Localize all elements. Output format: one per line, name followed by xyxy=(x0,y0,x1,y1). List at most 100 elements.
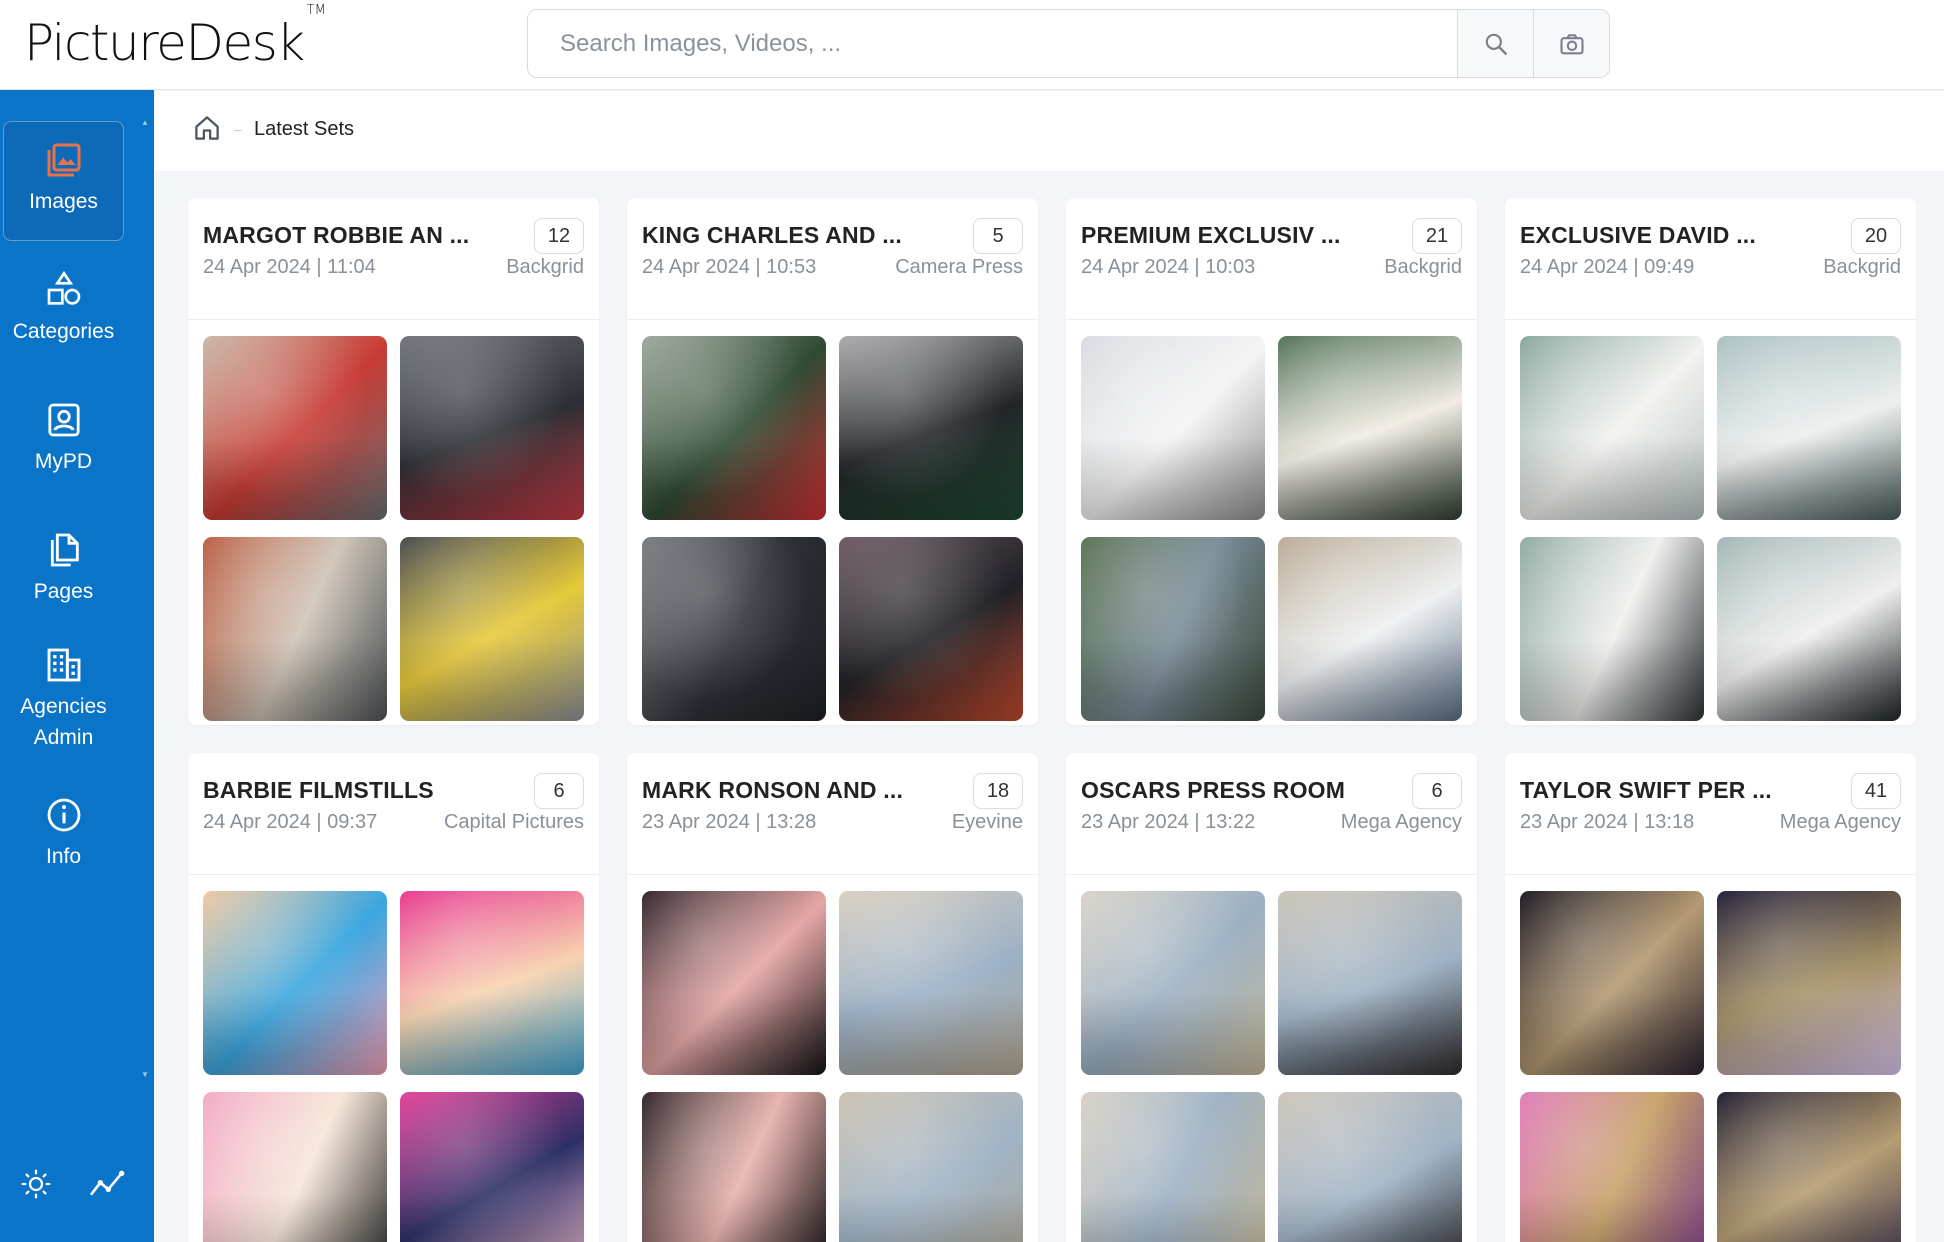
set-agency[interactable]: Camera Press xyxy=(895,256,1023,279)
set-thumbnail[interactable] xyxy=(642,891,826,1075)
sidebar-scroll-down[interactable]: ▼ xyxy=(140,1070,150,1079)
sidebar: ▲ Images Categories MyPD Pages Agencies … xyxy=(0,90,154,1242)
set-card-header: TAYLOR SWIFT PER ... 41 23 Apr 2024 | 13… xyxy=(1505,753,1916,875)
set-thumbnail[interactable] xyxy=(1717,891,1901,1075)
breadcrumb-separator: – xyxy=(234,121,242,137)
set-thumbnail[interactable] xyxy=(1278,1092,1462,1242)
set-card[interactable]: PREMIUM EXCLUSIV ... 21 24 Apr 2024 | 10… xyxy=(1066,198,1477,725)
sidebar-item-label: MyPD xyxy=(34,450,93,473)
set-thumbnail[interactable] xyxy=(1278,537,1462,721)
sidebar-item-label: Agencies Admin xyxy=(20,695,107,749)
set-count-badge: 6 xyxy=(534,773,584,809)
sidebar-item-images[interactable]: Images xyxy=(3,121,124,241)
set-date: 24 Apr 2024 | 10:03 xyxy=(1081,256,1256,278)
set-card[interactable]: TAYLOR SWIFT PER ... 41 23 Apr 2024 | 13… xyxy=(1505,753,1916,1242)
set-thumbnail[interactable] xyxy=(1520,336,1704,520)
set-thumbnail[interactable] xyxy=(203,537,387,721)
set-thumbnail[interactable] xyxy=(400,891,584,1075)
set-thumbnail[interactable] xyxy=(203,336,387,520)
sidebar-scroll-up[interactable]: ▲ xyxy=(140,118,150,127)
set-thumbnail[interactable] xyxy=(1081,336,1265,520)
set-card[interactable]: EXCLUSIVE DAVID ... 20 24 Apr 2024 | 09:… xyxy=(1505,198,1916,725)
set-thumbnail[interactable] xyxy=(642,1092,826,1242)
set-thumbnails xyxy=(642,336,1023,721)
set-agency[interactable]: Eyevine xyxy=(952,811,1023,834)
set-title[interactable]: BARBIE FILMSTILLS xyxy=(203,777,434,804)
set-card-header: MARK RONSON AND ... 18 23 Apr 2024 | 13:… xyxy=(627,753,1038,875)
set-agency[interactable]: Mega Agency xyxy=(1780,811,1901,834)
sets-grid: MARGOT ROBBIE AN ... 12 24 Apr 2024 | 11… xyxy=(188,198,1916,1242)
set-agency[interactable]: Capital Pictures xyxy=(444,811,584,834)
picturedesk-logo[interactable]: PictureDeskTM xyxy=(24,3,326,72)
set-card-header: BARBIE FILMSTILLS 6 24 Apr 2024 | 09:37 … xyxy=(188,753,599,875)
search-icon xyxy=(1485,33,1507,55)
set-thumbnail[interactable] xyxy=(400,537,584,721)
set-title[interactable]: PREMIUM EXCLUSIV ... xyxy=(1081,222,1341,249)
set-thumbnail[interactable] xyxy=(400,336,584,520)
set-thumbnail[interactable] xyxy=(1081,1092,1265,1242)
set-card-header: PREMIUM EXCLUSIV ... 21 24 Apr 2024 | 10… xyxy=(1066,198,1477,320)
set-date: 24 Apr 2024 | 09:37 xyxy=(203,811,378,833)
set-agency[interactable]: Backgrid xyxy=(1384,256,1462,279)
set-thumbnail[interactable] xyxy=(1717,537,1901,721)
set-card[interactable]: BARBIE FILMSTILLS 6 24 Apr 2024 | 09:37 … xyxy=(188,753,599,1242)
set-card[interactable]: MARK RONSON AND ... 18 23 Apr 2024 | 13:… xyxy=(627,753,1038,1242)
camera-search-button[interactable] xyxy=(1533,10,1609,77)
analytics-icon[interactable] xyxy=(88,1168,126,1200)
set-card[interactable]: KING CHARLES AND ... 5 24 Apr 2024 | 10:… xyxy=(627,198,1038,725)
set-thumbnail[interactable] xyxy=(1278,336,1462,520)
sidebar-item-categories[interactable]: Categories xyxy=(3,270,124,370)
set-agency[interactable]: Backgrid xyxy=(1823,256,1901,279)
set-card-header: EXCLUSIVE DAVID ... 20 24 Apr 2024 | 09:… xyxy=(1505,198,1916,320)
set-thumbnail[interactable] xyxy=(839,537,1023,721)
set-count-badge: 18 xyxy=(973,773,1023,809)
set-date: 24 Apr 2024 | 10:53 xyxy=(642,256,817,278)
set-count-badge: 21 xyxy=(1412,218,1462,254)
set-title[interactable]: MARK RONSON AND ... xyxy=(642,777,903,804)
sidebar-item-info[interactable]: Info xyxy=(3,795,124,895)
set-thumbnail[interactable] xyxy=(203,891,387,1075)
set-thumbnail[interactable] xyxy=(839,1092,1023,1242)
set-thumbnail[interactable] xyxy=(1520,537,1704,721)
set-thumbnail[interactable] xyxy=(1520,1092,1704,1242)
sidebar-item-agencies-admin[interactable]: Agencies Admin xyxy=(3,645,124,775)
set-title[interactable]: EXCLUSIVE DAVID ... xyxy=(1520,222,1756,249)
set-title[interactable]: OSCARS PRESS ROOM xyxy=(1081,777,1345,804)
set-thumbnails xyxy=(1081,891,1462,1242)
images-icon xyxy=(47,143,80,177)
sidebar-item-mypd[interactable]: MyPD xyxy=(3,400,124,500)
set-card[interactable]: MARGOT ROBBIE AN ... 12 24 Apr 2024 | 11… xyxy=(188,198,599,725)
set-thumbnail[interactable] xyxy=(1278,891,1462,1075)
set-date: 23 Apr 2024 | 13:18 xyxy=(1520,811,1695,833)
set-thumbnail[interactable] xyxy=(203,1092,387,1242)
set-thumbnails xyxy=(642,891,1023,1242)
set-card[interactable]: OSCARS PRESS ROOM 6 23 Apr 2024 | 13:22 … xyxy=(1066,753,1477,1242)
set-date: 24 Apr 2024 | 11:04 xyxy=(203,256,376,278)
search-button[interactable] xyxy=(1457,10,1533,77)
set-thumbnail[interactable] xyxy=(839,336,1023,520)
search-input[interactable] xyxy=(528,10,1457,77)
set-title[interactable]: MARGOT ROBBIE AN ... xyxy=(203,222,469,249)
set-thumbnail[interactable] xyxy=(1520,891,1704,1075)
set-count-badge: 41 xyxy=(1851,773,1901,809)
set-agency[interactable]: Mega Agency xyxy=(1341,811,1462,834)
set-agency[interactable]: Backgrid xyxy=(506,256,584,279)
home-icon[interactable] xyxy=(192,113,222,143)
sidebar-item-pages[interactable]: Pages xyxy=(3,530,124,630)
set-thumbnail[interactable] xyxy=(642,537,826,721)
set-card-header: KING CHARLES AND ... 5 24 Apr 2024 | 10:… xyxy=(627,198,1038,320)
set-thumbnail[interactable] xyxy=(400,1092,584,1242)
set-thumbnail[interactable] xyxy=(1717,1092,1901,1242)
sun-icon[interactable] xyxy=(20,1168,52,1200)
set-title[interactable]: KING CHARLES AND ... xyxy=(642,222,902,249)
set-thumbnail[interactable] xyxy=(642,336,826,520)
set-thumbnail[interactable] xyxy=(1717,336,1901,520)
set-count-badge: 12 xyxy=(534,218,584,254)
top-bar: PictureDeskTM xyxy=(0,0,1944,90)
sidebar-item-label: Images xyxy=(29,190,98,213)
set-thumbnail[interactable] xyxy=(1081,891,1265,1075)
set-title[interactable]: TAYLOR SWIFT PER ... xyxy=(1520,777,1772,804)
set-thumbnails xyxy=(203,891,584,1242)
set-thumbnail[interactable] xyxy=(839,891,1023,1075)
set-thumbnail[interactable] xyxy=(1081,537,1265,721)
